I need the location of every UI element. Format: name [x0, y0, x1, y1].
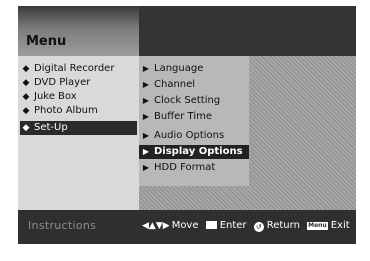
header-right — [139, 6, 356, 56]
submenu-item-label: Channel — [154, 79, 196, 90]
exit-hint: Menu Exit — [307, 220, 350, 231]
instructions-label: Instructions — [28, 219, 97, 232]
submenu-item-label: Audio Options — [154, 130, 225, 141]
diamond-bullet-icon: ◆ — [22, 78, 30, 88]
return-hint: ↺ Return — [253, 220, 300, 232]
submenu-item-display-options[interactable]: ▶ Display Options — [139, 145, 249, 159]
diamond-bullet-icon: ◆ — [22, 92, 30, 102]
submenu-arrow-icon: ▶ — [142, 163, 150, 172]
exit-hint-label: Exit — [330, 220, 350, 231]
header-left: Menu — [18, 6, 139, 56]
submenu-arrow-icon: ▶ — [142, 64, 150, 73]
move-arrows-icon: ◀▲▼▶ — [142, 221, 170, 231]
left-menu-item-dvd-player[interactable]: ◆ DVD Player — [20, 76, 137, 90]
left-menu: ◆ Digital Recorder ◆ DVD Player ◆ Juke Box … — [18, 56, 139, 210]
submenu-arrow-icon: ▶ — [142, 131, 150, 140]
left-menu-item-digital-recorder[interactable]: ◆ Digital Recorder — [20, 62, 137, 76]
submenu-item-audio-options[interactable]: ▶ Audio Options — [139, 129, 249, 143]
diamond-bullet-icon: ◆ — [22, 123, 30, 133]
left-menu-item-photo-album[interactable]: ◆ Photo Album — [20, 104, 137, 118]
left-menu-item-label: DVD Player — [34, 77, 91, 88]
left-menu-item-label: Set-Up — [34, 122, 68, 133]
instructions-bar: Instructions ◀▲▼▶ Move Enter ↺ Return Menu… — [18, 210, 356, 244]
submenu-area: ▶ Language ▶ Channel ▶ Clock Setting ▶ Buffe… — [139, 56, 356, 210]
enter-key-icon — [205, 221, 217, 229]
left-menu-item-label: Juke Box — [34, 91, 77, 102]
enter-hint-label: Enter — [219, 220, 247, 231]
submenu-arrow-icon: ▶ — [142, 80, 150, 89]
instructions-hints: ◀▲▼▶ Move Enter ↺ Return Menu Exit — [142, 220, 354, 232]
submenu-item-clock-setting[interactable]: ▶ Clock Setting — [139, 94, 249, 108]
submenu-item-label: Clock Setting — [154, 95, 221, 106]
submenu-item-language[interactable]: ▶ Language — [139, 62, 249, 76]
left-menu-item-juke-box[interactable]: ◆ Juke Box — [20, 90, 137, 104]
diamond-bullet-icon: ◆ — [22, 106, 30, 116]
submenu-arrow-icon: ▶ — [142, 96, 150, 105]
left-menu-item-label: Digital Recorder — [34, 63, 115, 74]
submenu-item-channel[interactable]: ▶ Channel — [139, 78, 249, 92]
submenu-item-label: Language — [154, 63, 204, 74]
menu-screen: Menu ◆ Digital Recorder ◆ DVD Player ◆ Juke… — [18, 6, 356, 244]
submenu-item-buffer-time[interactable]: ▶ Buffer Time — [139, 110, 249, 124]
left-menu-item-set-up[interactable]: ◆ Set-Up — [20, 121, 137, 135]
submenu-list: ▶ Language ▶ Channel ▶ Clock Setting ▶ Buffe… — [139, 56, 249, 186]
submenu-arrow-icon: ▶ — [142, 147, 150, 156]
return-key-icon: ↺ — [253, 222, 264, 232]
return-hint-label: Return — [266, 220, 300, 231]
left-menu-item-label: Photo Album — [34, 105, 98, 116]
move-hint: ◀▲▼▶ Move — [142, 220, 199, 231]
submenu-arrow-icon: ▶ — [142, 112, 150, 121]
enter-hint: Enter — [205, 220, 247, 231]
submenu-item-hdd-format[interactable]: ▶ HDD Format — [139, 161, 249, 175]
submenu-item-label: Buffer Time — [154, 111, 213, 122]
submenu-item-label: HDD Format — [154, 162, 216, 173]
submenu-item-label: Display Options — [154, 146, 243, 157]
move-hint-label: Move — [171, 220, 199, 231]
diamond-bullet-icon: ◆ — [22, 64, 30, 74]
menu-title: Menu — [26, 34, 67, 49]
menu-key-icon: Menu — [307, 222, 328, 230]
